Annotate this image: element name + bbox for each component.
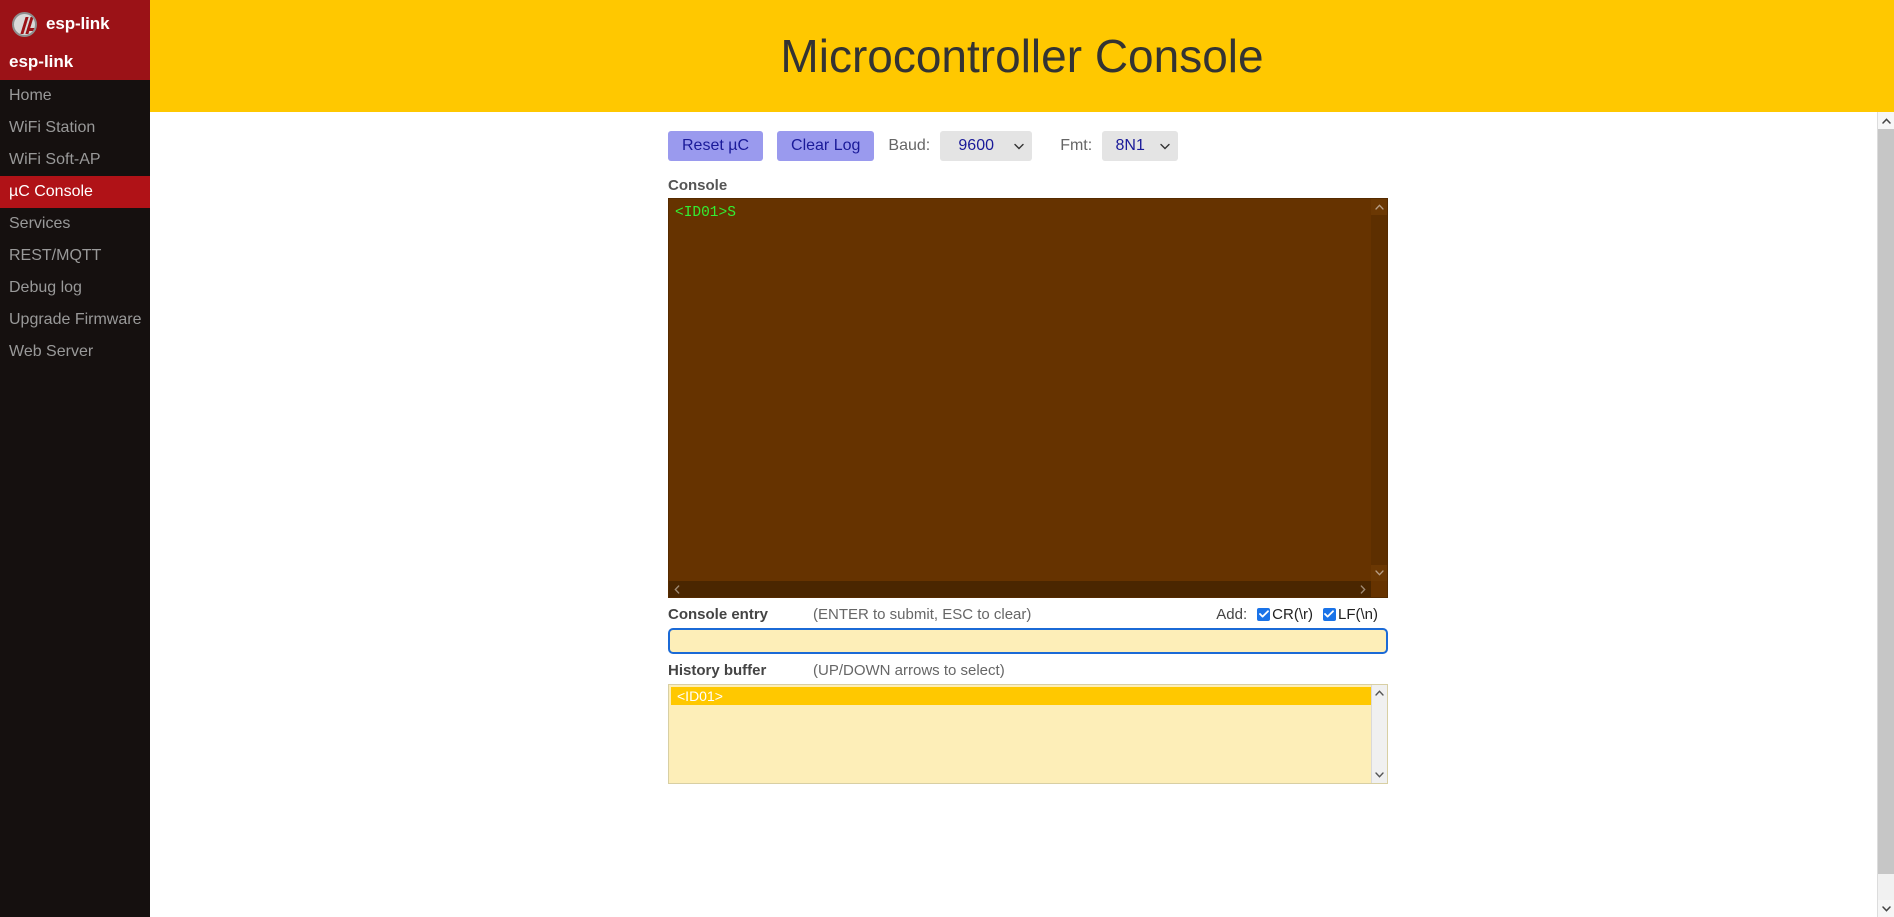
lf-checkbox[interactable] [1322,607,1336,621]
baud-label: Baud: [888,137,931,154]
lf-label: LF(\n) [1337,605,1378,623]
clear-log-button[interactable]: Clear Log [777,131,875,161]
chevron-up-icon[interactable] [1878,112,1894,129]
sidebar-item-debug-log[interactable]: Debug log [0,272,150,304]
reset-mcu-button[interactable]: Reset µC [668,131,764,161]
history-item[interactable]: <ID01> [671,687,1371,705]
chevron-left-icon[interactable] [669,581,685,597]
chevron-down-icon[interactable] [1371,565,1387,581]
sidebar-item-wifi-station[interactable]: WiFi Station [0,112,150,144]
chevron-up-icon[interactable] [1371,199,1387,215]
cr-checkbox[interactable] [1257,607,1271,621]
chevron-down-icon[interactable] [1878,900,1894,917]
esp-link-logo-icon [12,11,37,37]
scrollbar-corner [1371,581,1387,597]
nav-list: Home WiFi Station WiFi Soft-AP µC Console Se… [0,80,150,368]
nav-heading: esp-link [0,48,150,80]
sidebar-item-upgrade-firmware[interactable]: Upgrade Firmware [0,304,150,336]
sidebar-item-c-console[interactable]: µC Console [0,176,150,208]
page-header: Microcontroller Console [150,0,1894,112]
console-text: <ID01>S [675,205,736,221]
sidebar: esp-link esp-link Home WiFi Station WiFi S… [0,0,150,917]
chevron-right-icon[interactable] [1355,581,1371,597]
fmt-value: 8N1 [1115,137,1145,154]
chevron-down-icon[interactable] [1372,767,1387,783]
console-vertical-scrollbar[interactable] [1371,199,1387,581]
console-entry-label: Console entry [668,605,769,623]
page-scrollbar-thumb[interactable] [1878,129,1894,874]
content-area: Reset µC Clear Log Baud: 9600 Fmt: 8N1 C… [150,112,1877,917]
fmt-select[interactable]: 8N1 [1102,131,1179,161]
app-window: esp-link esp-link Home WiFi Station WiFi S… [0,0,1894,917]
chevron-down-icon [1014,143,1024,150]
cr-label: CR(\r) [1272,605,1313,623]
baud-value: 9600 [958,137,994,154]
chevron-down-icon [1160,143,1170,150]
history-buffer-label: History buffer [668,661,767,679]
baud-select[interactable]: 9600 [940,131,1033,161]
chevron-up-icon[interactable] [1372,685,1387,701]
sidebar-item-home[interactable]: Home [0,80,150,112]
console-entry-hint: (ENTER to submit, ESC to clear) [813,605,1032,623]
add-label: Add: [1216,605,1248,623]
history-items: <ID01> [669,687,1387,705]
fmt-label: Fmt: [1060,137,1093,154]
console-entry-input[interactable] [668,628,1388,654]
console-label: Console [668,177,728,194]
add-terminators-group: Add: CR(\r) LF(\n) [1216,606,1388,623]
history-buffer-list[interactable]: <ID01> [668,684,1388,784]
page-scrollbar[interactable] [1877,112,1894,917]
sidebar-item-wifi-soft-ap[interactable]: WiFi Soft-AP [0,144,150,176]
sidebar-item-services[interactable]: Services [0,208,150,240]
console-horizontal-scrollbar[interactable] [669,581,1387,597]
brand[interactable]: esp-link [0,0,150,48]
console-output[interactable]: <ID01>S [668,198,1388,598]
page-title: Microcontroller Console [780,30,1264,82]
console-toolbar: Reset µC Clear Log Baud: 9600 Fmt: 8N1 [668,127,1388,165]
sidebar-item-rest-mqtt[interactable]: REST/MQTT [0,240,150,272]
sidebar-item-web-server[interactable]: Web Server [0,336,150,368]
history-buffer-hint: (UP/DOWN arrows to select) [813,661,1005,679]
history-scrollbar[interactable] [1371,685,1387,783]
brand-label: esp-link [46,14,110,33]
console-panel: Reset µC Clear Log Baud: 9600 Fmt: 8N1 C… [668,127,1388,784]
history-buffer-labels: History buffer (UP/DOWN arrows to select… [668,659,1388,681]
console-entry-labels: Console entry (ENTER to submit, ESC to c… [668,603,1388,625]
